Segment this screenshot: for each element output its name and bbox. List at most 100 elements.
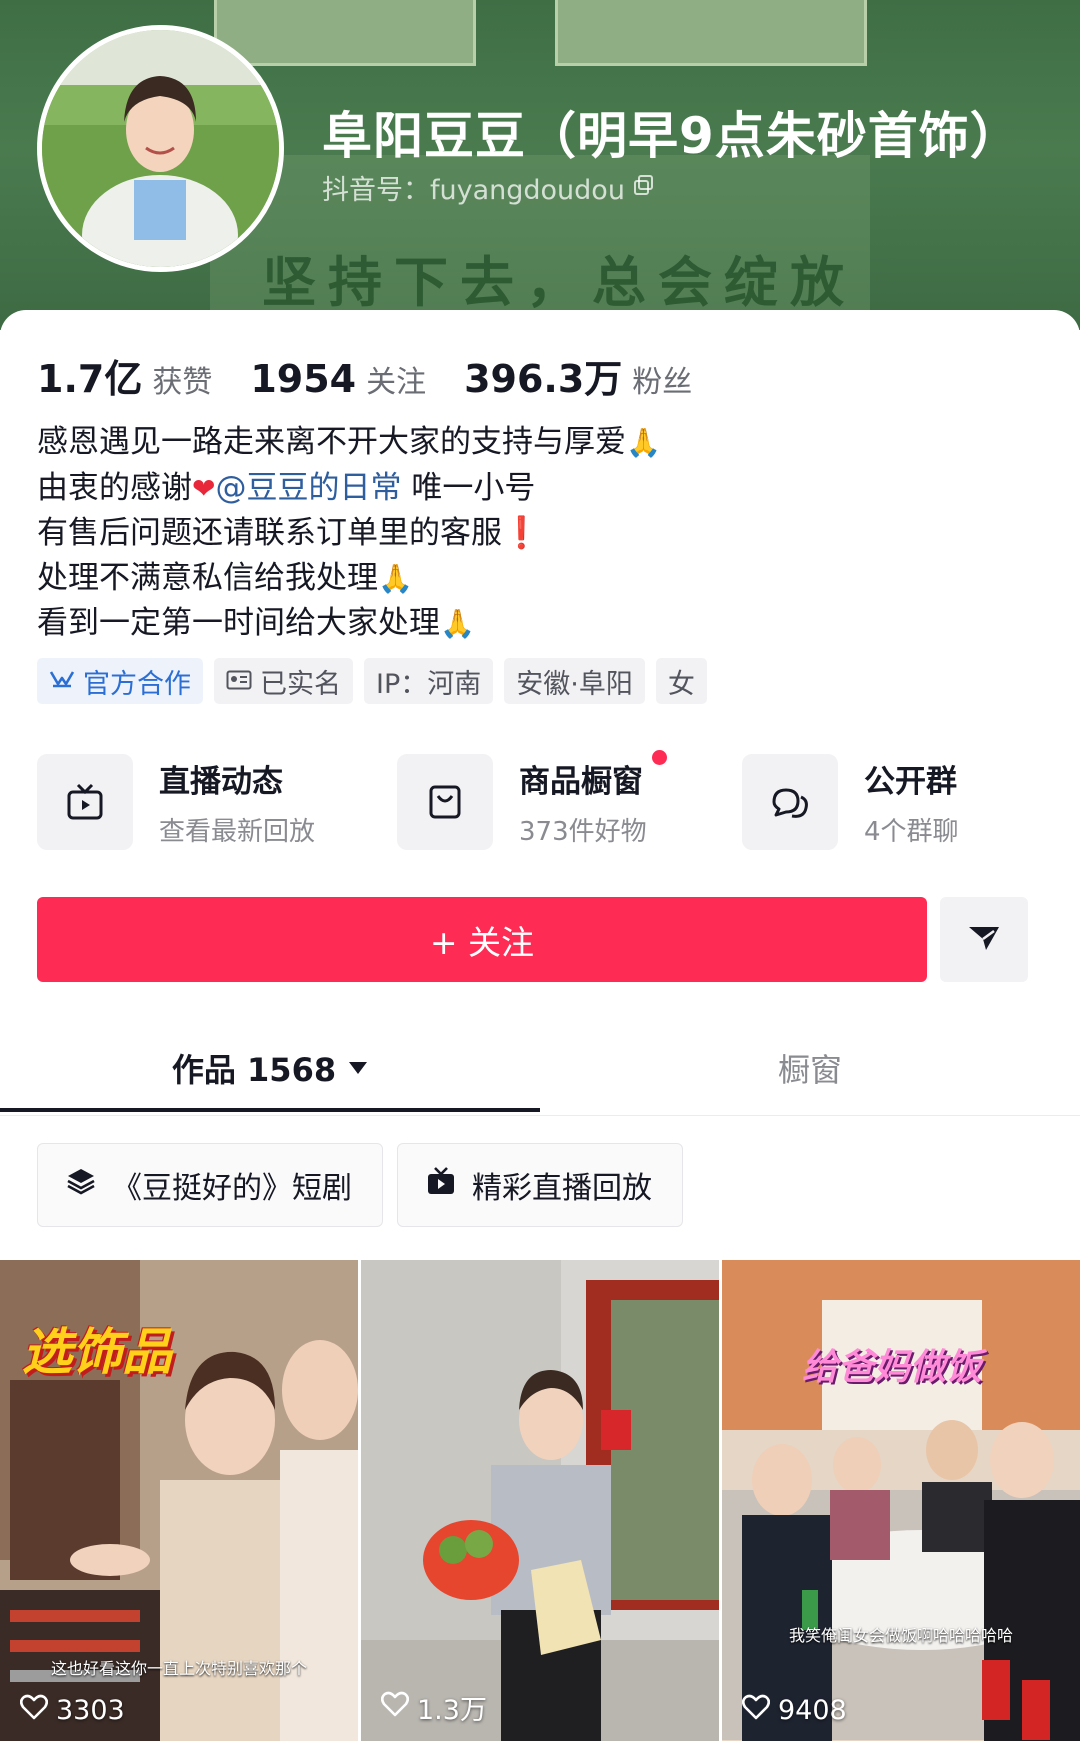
entry-live-subtitle: 查看最新回放 [159,817,316,847]
heart-outline-icon [380,1691,410,1724]
tab-works[interactable]: 作品 1568 [0,1020,540,1116]
heart-emoji: ❤ [192,471,216,505]
stats-row: 1.7亿 获赞 1954 关注 396.3万 粉丝 [37,348,730,403]
entry-live[interactable]: 直播动态 查看最新回放 [37,754,315,850]
entry-shop-text: 商品橱窗 373件好物 [519,750,667,848]
profile-tags: 官方合作 已实名 IP：河南 安徽·阜阳 女 [37,658,707,704]
tag-official-label: 官方合作 [83,668,191,700]
exclamation-emoji: ❗ [502,515,541,551]
bio-text: 感恩遇见一路走来离不开大家的支持与厚爱 [37,424,626,460]
video-thumbnail[interactable]: 给爸妈做饭 我笑俺闺女会做饭啊哈哈哈哈哈 9408 [722,1260,1080,1741]
pray-emoji: 🙏 [626,426,661,459]
video-thumbnail[interactable]: 1.3万 [361,1260,719,1741]
chip-drama-series[interactable]: 《豆挺好的》短剧 [37,1143,383,1227]
video-cover-image [722,1260,1080,1741]
mention-link[interactable]: @豆豆的日常 [215,470,401,506]
stat-following[interactable]: 1954 关注 [250,357,426,401]
pray-emoji: 🙏 [440,607,475,640]
entry-shop-title: 商品橱窗 [519,750,667,801]
video-likes-count: 1.3万 [417,1695,487,1726]
video-grid: 选饰品 这也好看这你一直上次特别喜欢那个 3303 1.3万 给爸妈做饭 我笑俺… [0,1260,1080,1741]
bio-text: 看到一定第一时间给大家处理 [37,605,440,641]
handshake-icon [49,666,75,697]
nickname: 阜阳豆豆（明早9点朱砂首饰） [322,107,1021,165]
chip-drama-label: 《豆挺好的》短剧 [112,1171,352,1206]
stat-following-count: 1954 [250,357,357,401]
active-tab-indicator [0,1108,540,1112]
cover-sign-left [214,0,476,66]
stat-following-label: 关注 [366,365,427,400]
bio-line-5: 看到一定第一时间给大家处理🙏 [37,601,661,647]
layers-icon [66,1166,96,1204]
send-icon [966,923,1002,957]
entry-group-title: 公开群 [864,764,957,800]
entry-group-text: 公开群 4个群聊 [864,756,959,848]
notification-dot [651,750,667,765]
tab-works-label: 作品 1568 [171,1051,337,1089]
chat-bubbles-icon [742,754,838,850]
video-subtitle: 这也好看这你一直上次特别喜欢那个 [50,1659,307,1678]
entry-group[interactable]: 公开群 4个群聊 [742,754,959,850]
bio-line-4: 处理不满意私信给我处理🙏 [37,556,661,602]
cover-slogan: 坚持下去，总会绽放 [262,250,856,314]
video-likes: 1.3万 [380,1688,487,1727]
tv-icon [37,754,133,850]
avatar[interactable] [37,25,284,272]
feature-entries: 直播动态 查看最新回放 商品橱窗 373件好物 公开群 4个群聊 [37,750,1047,850]
stat-followers-count: 396.3万 [464,357,623,401]
video-subtitle: 我笑俺闺女会做饭啊哈哈哈哈哈 [788,1626,1013,1645]
chip-live-replay[interactable]: 精彩直播回放 [397,1143,683,1227]
heart-outline-icon [19,1694,49,1727]
stat-likes-label: 获赞 [152,365,213,400]
stat-likes[interactable]: 1.7亿 获赞 [37,348,212,403]
tag-verified[interactable]: 已实名 [214,658,353,704]
tab-showcase[interactable]: 橱窗 [540,1020,1080,1116]
stat-likes-count: 1.7亿 [37,357,143,401]
cover-sign-right [555,0,867,66]
avatar-image [42,30,279,267]
heart-outline-icon [741,1694,771,1727]
video-overlay-title: 选饰品 [22,1323,172,1381]
caret-down-icon[interactable] [348,1061,368,1075]
video-overlay-title: 给爸妈做饭 [802,1347,983,1388]
bio-text: 处理不满意私信给我处理 [37,559,378,596]
entry-shop[interactable]: 商品橱窗 373件好物 [397,750,667,850]
tab-showcase-label: 橱窗 [777,1051,842,1089]
bio-text: 由衷的感谢 [37,469,192,506]
stat-followers-label: 粉丝 [632,365,693,400]
entry-group-subtitle: 4个群聊 [864,817,959,847]
follow-button[interactable]: + 关注 [37,897,927,982]
video-likes: 9408 [741,1694,847,1727]
id-card-icon [226,666,252,697]
shopping-bag-icon [397,754,493,850]
entry-live-text: 直播动态 查看最新回放 [159,756,315,848]
bio-line-1: 感恩遇见一路走来离不开大家的支持与厚爱🙏 [37,420,661,466]
video-likes-count: 9408 [778,1695,847,1726]
bio-text: 有售后问题还请联系订单里的客服 [37,515,502,551]
collection-chips: 《豆挺好的》短剧 精彩直播回放 [37,1143,683,1227]
tag-location: 安徽·阜阳 [504,658,645,704]
tag-verified-label: 已实名 [260,668,341,700]
pray-emoji: 🙏 [378,561,413,595]
video-likes-count: 3303 [56,1695,125,1726]
douyin-id-text: 抖音号：fuyangdoudou [322,175,625,206]
tag-official-partner[interactable]: 官方合作 [37,658,203,704]
entry-live-title: 直播动态 [159,764,283,800]
bio-line-2: 由衷的感谢❤@豆豆的日常 唯一小号 [37,466,661,512]
tag-ip: IP：河南 [364,658,494,704]
copy-icon[interactable] [633,172,655,203]
entry-shop-title-text: 商品橱窗 [519,764,643,800]
profile-card: 1.7亿 获赞 1954 关注 396.3万 粉丝 感恩遇见一路走来离不开大家的… [0,310,1080,1741]
stat-followers[interactable]: 396.3万 粉丝 [464,348,692,403]
share-button[interactable] [940,897,1028,982]
douyin-id[interactable]: 抖音号：fuyangdoudou [322,168,655,207]
live-tv-icon [426,1166,456,1204]
video-thumbnail[interactable]: 选饰品 这也好看这你一直上次特别喜欢那个 3303 [0,1260,358,1741]
bio-line-3: 有售后问题还请联系订单里的客服❗ [37,511,661,556]
bio-text: 唯一小号 [401,469,536,506]
bio: 感恩遇见一路走来离不开大家的支持与厚爱🙏 由衷的感谢❤@豆豆的日常 唯一小号 有… [37,420,661,647]
tag-gender: 女 [655,658,707,704]
entry-shop-subtitle: 373件好物 [519,817,647,847]
content-tabs: 作品 1568 橱窗 [0,1020,1080,1116]
video-cover-image [361,1260,719,1741]
